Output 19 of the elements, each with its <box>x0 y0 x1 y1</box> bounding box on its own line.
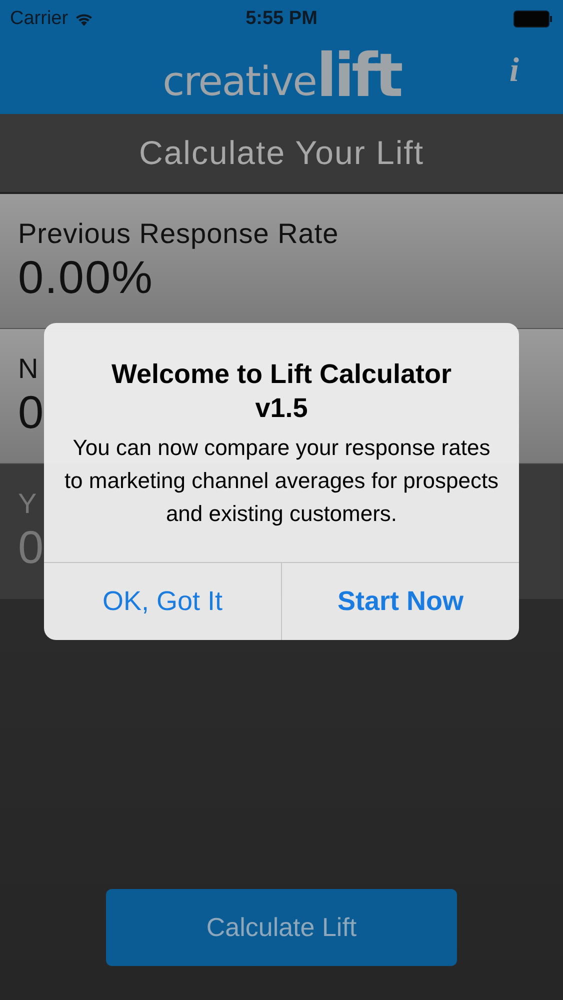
field-label: Previous Response Rate <box>18 218 339 250</box>
alert-message: You can now compare your response rates to marketing channel averages for prospects and existing customers. <box>64 434 499 528</box>
field-value: 0 <box>18 520 45 574</box>
screen-title: Calculate Your Lift <box>0 114 563 194</box>
field-label: Y <box>18 488 38 520</box>
alert-button[interactable]: Start Now <box>281 563 519 640</box>
app-logo: creativelift <box>162 50 400 102</box>
calculate-button[interactable]: Calculate Lift <box>106 889 457 966</box>
alert-button[interactable]: OK, Got It <box>44 563 281 640</box>
carrier-label: Carrier <box>10 8 68 30</box>
field-value: 0.00% <box>18 250 154 304</box>
field-value: 0 <box>18 385 45 439</box>
status-time: 5:55 PM <box>246 8 318 30</box>
info-button[interactable]: i <box>506 52 523 90</box>
wifi-icon <box>74 12 94 26</box>
alert-title: Welcome to Lift Calculator v1.5 <box>110 358 453 425</box>
input-row[interactable]: Previous Response Rate 0.00% <box>0 194 563 329</box>
battery-icon <box>513 10 553 28</box>
field-label: N <box>18 353 39 385</box>
